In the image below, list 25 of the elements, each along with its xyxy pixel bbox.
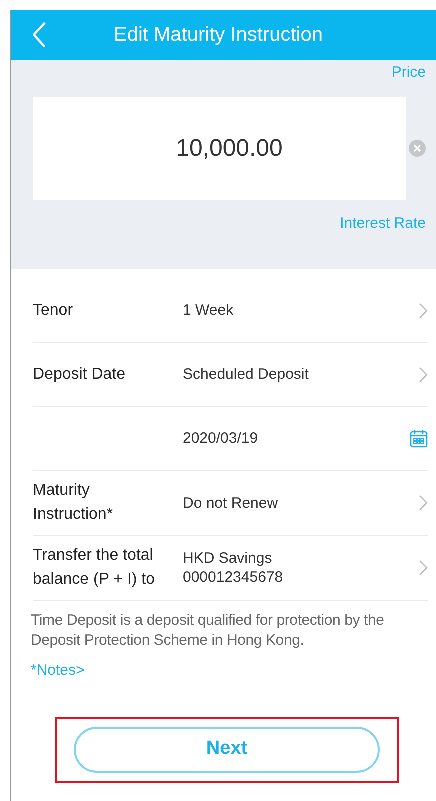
price-label: Price bbox=[392, 64, 426, 82]
disclaimer-text: Time Deposit is a deposit qualified for protection by the Deposit Protection Scheme in Hong Kong. bbox=[31, 611, 386, 651]
field-value[interactable]: HKD Savings 000012345678 bbox=[183, 549, 428, 587]
field-label: Deposit Date bbox=[33, 366, 126, 382]
value-text: Scheduled Deposit bbox=[183, 365, 309, 384]
chevron-right-icon bbox=[419, 302, 428, 318]
value-text: 2020/03/19 bbox=[183, 429, 258, 448]
field-label: Transfer the total balance (P + I) to bbox=[33, 547, 155, 588]
value-text: Do not Renew bbox=[183, 494, 278, 512]
header-title: Edit Maturity Instruction bbox=[114, 23, 323, 48]
amount-field[interactable]: 10,000.00 bbox=[33, 97, 406, 200]
chevron-right-icon bbox=[419, 366, 428, 382]
value-text: HKD Savings bbox=[183, 549, 274, 568]
chevron-right-icon bbox=[419, 495, 428, 511]
field-label: Tenor bbox=[33, 302, 74, 318]
field-value[interactable]: Scheduled Deposit bbox=[183, 365, 428, 384]
account-number: 000012345678 bbox=[183, 568, 284, 587]
value-text: 1 Week bbox=[183, 301, 234, 320]
field-value[interactable]: 1 Week bbox=[183, 301, 428, 320]
chevron-right-icon bbox=[419, 560, 428, 576]
calendar-icon bbox=[410, 429, 428, 448]
field-label: Maturity Instruction* bbox=[33, 482, 114, 523]
field-value[interactable]: 2020/03/19 bbox=[183, 429, 428, 448]
field-value[interactable]: Do not Renew bbox=[183, 494, 428, 512]
clear-icon[interactable] bbox=[409, 140, 426, 157]
